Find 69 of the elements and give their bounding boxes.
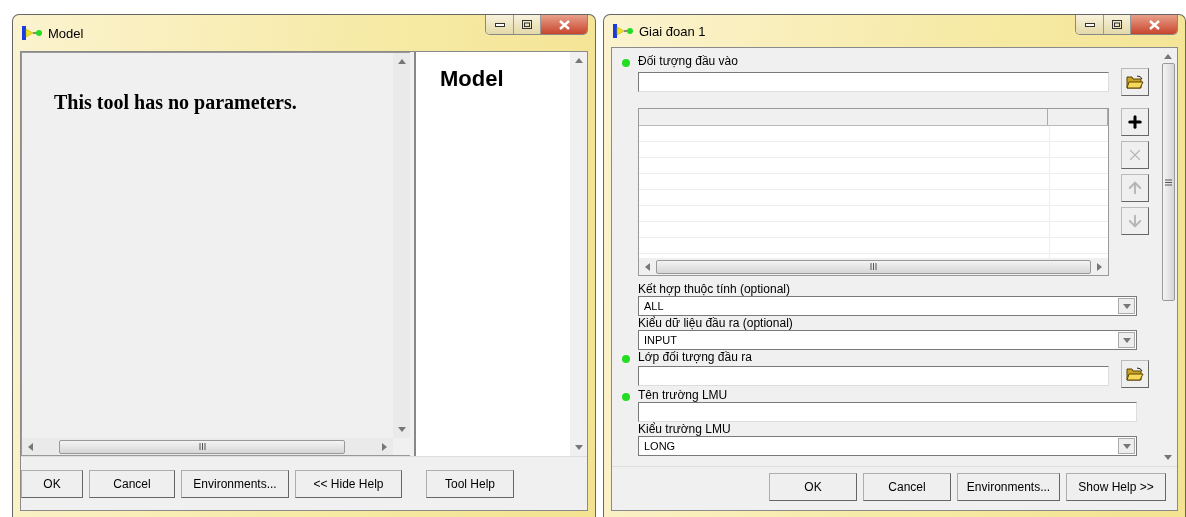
- down-arrow-icon[interactable]: [397, 427, 406, 432]
- maximize-button[interactable]: [513, 15, 540, 34]
- open-folder-icon: [1126, 74, 1144, 90]
- minimize-icon: [494, 22, 505, 27]
- dropdown[interactable]: ALL: [638, 296, 1137, 316]
- horizontal-scrollbar[interactable]: [639, 258, 1108, 275]
- restore-icon: [1112, 20, 1122, 29]
- dialog-button[interactable]: Environments...: [957, 472, 1060, 501]
- window-title: Model: [48, 25, 85, 41]
- parameter-label: Kiểu dữ liệu đầu ra (optional): [638, 316, 793, 330]
- down-arrow-icon[interactable]: [1164, 455, 1172, 460]
- parameter-label: Kiểu trường LMU: [638, 422, 731, 436]
- open-folder-icon: [1126, 366, 1144, 382]
- model-icon: [613, 24, 633, 38]
- close-button[interactable]: [1130, 15, 1177, 34]
- plus-icon: [1126, 113, 1144, 131]
- input-field[interactable]: [638, 72, 1109, 92]
- dialog-button[interactable]: OK: [769, 472, 857, 501]
- dialog-button[interactable]: Environments...: [181, 469, 289, 498]
- parameter-label: Đối tượng đầu vào: [638, 54, 738, 68]
- parameter-label: Tên trường LMU: [638, 388, 728, 402]
- browse-button[interactable]: [1121, 360, 1149, 388]
- down-arrow-icon[interactable]: [574, 445, 583, 450]
- input-field[interactable]: [638, 366, 1109, 386]
- right-arrow-icon[interactable]: [382, 442, 387, 451]
- dialog-button[interactable]: Show Help >>: [1066, 472, 1166, 501]
- grip-icon: [1164, 178, 1172, 186]
- dialog-button[interactable]: Tool Help: [426, 469, 514, 498]
- vertical-scrollbar[interactable]: [393, 53, 410, 438]
- parameter-label: Kết hợp thuộc tính (optional): [638, 282, 790, 296]
- minimize-button[interactable]: [486, 15, 513, 34]
- dropdown[interactable]: INPUT: [638, 330, 1137, 350]
- dialog-button[interactable]: << Hide Help: [295, 469, 402, 498]
- minimize-button[interactable]: [1076, 15, 1103, 34]
- up-arrow-icon[interactable]: [397, 59, 406, 64]
- input-field[interactable]: [638, 402, 1137, 422]
- parameter-label: Lớp đối tượng đầu ra: [638, 350, 752, 364]
- grip-icon: [870, 263, 877, 270]
- dialog-button[interactable]: OK: [21, 469, 83, 498]
- down-arrow-icon[interactable]: [1122, 337, 1131, 343]
- maximize-button[interactable]: [1103, 15, 1130, 34]
- grip-icon: [198, 443, 206, 450]
- close-icon: [1148, 19, 1160, 30]
- up-arrow-icon[interactable]: [1164, 54, 1172, 59]
- down-arrow-icon[interactable]: [1122, 443, 1131, 449]
- add-button[interactable]: [1121, 108, 1149, 136]
- dropdown-value: INPUT: [644, 334, 677, 346]
- close-icon: [558, 19, 570, 30]
- browse-button[interactable]: [1121, 68, 1149, 96]
- left-arrow-icon[interactable]: [28, 442, 33, 451]
- vertical-scrollbar[interactable]: [570, 52, 587, 456]
- help-title: Model: [440, 66, 505, 92]
- dialog-button[interactable]: Cancel: [863, 472, 951, 501]
- horizontal-scrollbar[interactable]: [22, 438, 393, 455]
- dialog-button[interactable]: Cancel: [89, 469, 175, 498]
- message-text: This tool has no parameters.: [54, 91, 298, 114]
- restore-icon: [522, 20, 532, 29]
- dropdown-value: ALL: [644, 300, 664, 312]
- arrow-down-icon: [1126, 212, 1144, 230]
- up-arrow-icon[interactable]: [574, 58, 583, 63]
- left-arrow-icon[interactable]: [645, 262, 650, 271]
- dropdown[interactable]: LONG: [638, 436, 1137, 456]
- dropdown-value: LONG: [644, 440, 676, 452]
- down-arrow-icon[interactable]: [1122, 303, 1131, 309]
- right-arrow-icon[interactable]: [1097, 262, 1102, 271]
- model-icon: [22, 26, 42, 40]
- close-button[interactable]: [540, 15, 587, 34]
- minimize-icon: [1084, 22, 1095, 27]
- window-title: Giai đoan 1: [639, 23, 707, 39]
